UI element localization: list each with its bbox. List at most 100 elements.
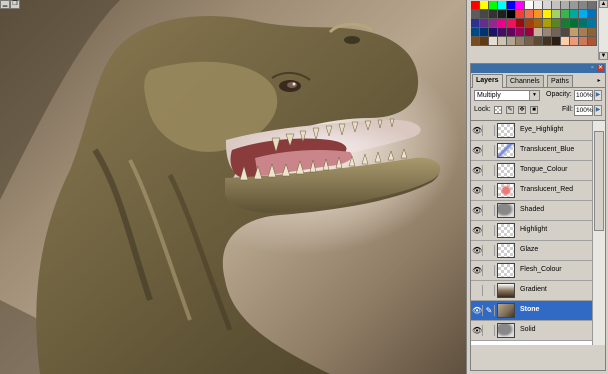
fill-slider-arrow-icon[interactable]: ▶: [594, 105, 602, 116]
minimize-palette-icon[interactable]: ▫: [589, 65, 596, 72]
color-swatch[interactable]: [480, 1, 489, 10]
palette-menu-icon[interactable]: ▸: [595, 77, 603, 85]
color-swatch[interactable]: [534, 37, 543, 46]
color-swatch[interactable]: [507, 1, 516, 10]
layer-thumbnail[interactable]: [497, 303, 515, 318]
scroll-up-icon[interactable]: ▲: [599, 0, 608, 8]
layer-row[interactable]: 👁 Translucent_Red: [471, 181, 592, 201]
color-swatch[interactable]: [588, 10, 597, 19]
color-swatch[interactable]: [525, 1, 534, 10]
color-swatch[interactable]: [579, 37, 588, 46]
color-swatch[interactable]: [471, 28, 480, 37]
color-swatch[interactable]: [570, 1, 579, 10]
layer-thumbnail[interactable]: [497, 123, 515, 138]
color-swatch[interactable]: [489, 19, 498, 28]
layer-row[interactable]: 👁 Eye_Highlight: [471, 121, 592, 141]
layer-thumbnail[interactable]: [497, 243, 515, 258]
color-swatch[interactable]: [489, 37, 498, 46]
scrollbar-thumb[interactable]: [594, 131, 604, 231]
lock-transparency-icon[interactable]: [494, 106, 502, 114]
color-swatch[interactable]: [570, 19, 579, 28]
eye-icon[interactable]: 👁: [472, 225, 483, 236]
blend-mode-select[interactable]: Multiply ▼: [474, 90, 540, 101]
color-swatch[interactable]: [543, 1, 552, 10]
layer-thumbnail[interactable]: [497, 283, 515, 298]
color-swatch[interactable]: [570, 37, 579, 46]
layer-thumbnail[interactable]: [497, 163, 515, 178]
brush-icon[interactable]: ✎: [484, 305, 495, 316]
lock-all-icon[interactable]: ■: [530, 106, 538, 114]
opacity-input[interactable]: 100%: [574, 90, 593, 101]
eye-icon[interactable]: 👁: [472, 245, 483, 256]
link-slot[interactable]: [484, 225, 495, 236]
fill-input[interactable]: 100%: [574, 105, 593, 116]
color-swatch[interactable]: [498, 28, 507, 37]
color-swatch[interactable]: [489, 10, 498, 19]
layer-row[interactable]: 👁 Highlight: [471, 221, 592, 241]
link-slot[interactable]: [484, 165, 495, 176]
color-swatch[interactable]: [552, 28, 561, 37]
color-swatch[interactable]: [588, 37, 597, 46]
color-swatch[interactable]: [579, 1, 588, 10]
layer-row[interactable]: 👁 Glaze: [471, 241, 592, 261]
eye-icon[interactable]: 👁: [472, 125, 483, 136]
color-swatch[interactable]: [552, 37, 561, 46]
color-swatch[interactable]: [534, 1, 543, 10]
layer-thumbnail[interactable]: [497, 323, 515, 338]
color-swatch[interactable]: [552, 19, 561, 28]
color-swatch[interactable]: [507, 10, 516, 19]
color-swatch[interactable]: [579, 28, 588, 37]
eye-icon[interactable]: [472, 285, 483, 296]
layer-thumbnail[interactable]: [497, 143, 515, 158]
color-swatch[interactable]: [588, 1, 597, 10]
layer-row[interactable]: 👁 Tongue_Colour: [471, 161, 592, 181]
link-slot[interactable]: [484, 285, 495, 296]
link-slot[interactable]: [484, 245, 495, 256]
color-swatch[interactable]: [480, 19, 489, 28]
layer-list-scrollbar[interactable]: [592, 121, 605, 345]
link-slot[interactable]: [484, 145, 495, 156]
link-slot[interactable]: [484, 125, 495, 136]
color-swatch[interactable]: [579, 19, 588, 28]
link-slot[interactable]: [484, 205, 495, 216]
scroll-down-icon[interactable]: ▼: [599, 52, 608, 60]
color-swatch[interactable]: [480, 10, 489, 19]
color-swatch[interactable]: [588, 28, 597, 37]
color-swatch[interactable]: [525, 10, 534, 19]
color-swatch[interactable]: [534, 10, 543, 19]
layer-thumbnail[interactable]: [497, 203, 515, 218]
link-slot[interactable]: [484, 325, 495, 336]
layer-row[interactable]: 👁 Solid: [471, 321, 592, 341]
eye-icon[interactable]: 👁: [472, 305, 483, 316]
color-swatch[interactable]: [507, 19, 516, 28]
color-swatch[interactable]: [498, 19, 507, 28]
link-slot[interactable]: [484, 265, 495, 276]
minimize-icon[interactable]: ▁: [0, 0, 10, 9]
color-swatch[interactable]: [534, 19, 543, 28]
color-swatch[interactable]: [489, 28, 498, 37]
layer-row[interactable]: Gradient: [471, 281, 592, 301]
color-swatch[interactable]: [543, 28, 552, 37]
color-swatch[interactable]: [543, 10, 552, 19]
color-swatch[interactable]: [561, 19, 570, 28]
color-swatch[interactable]: [543, 37, 552, 46]
color-swatch[interactable]: [516, 28, 525, 37]
color-swatch[interactable]: [561, 1, 570, 10]
color-swatch[interactable]: [516, 10, 525, 19]
color-swatch[interactable]: [480, 28, 489, 37]
color-swatch[interactable]: [516, 19, 525, 28]
restore-icon[interactable]: ❐: [10, 0, 20, 9]
color-swatch[interactable]: [498, 1, 507, 10]
layer-row[interactable]: 👁 ✎ Stone: [471, 301, 592, 321]
link-slot[interactable]: [484, 185, 495, 196]
eye-icon[interactable]: 👁: [472, 145, 483, 156]
layer-thumbnail[interactable]: [497, 263, 515, 278]
color-swatch[interactable]: [570, 10, 579, 19]
swatches-scrollbar[interactable]: ▲ ▼: [598, 0, 608, 60]
layer-row[interactable]: 👁 Flesh_Colour: [471, 261, 592, 281]
color-swatch[interactable]: [516, 1, 525, 10]
eye-icon[interactable]: 👁: [472, 265, 483, 276]
color-swatch[interactable]: [570, 28, 579, 37]
layer-thumbnail[interactable]: [497, 223, 515, 238]
opacity-slider-arrow-icon[interactable]: ▶: [594, 90, 602, 101]
